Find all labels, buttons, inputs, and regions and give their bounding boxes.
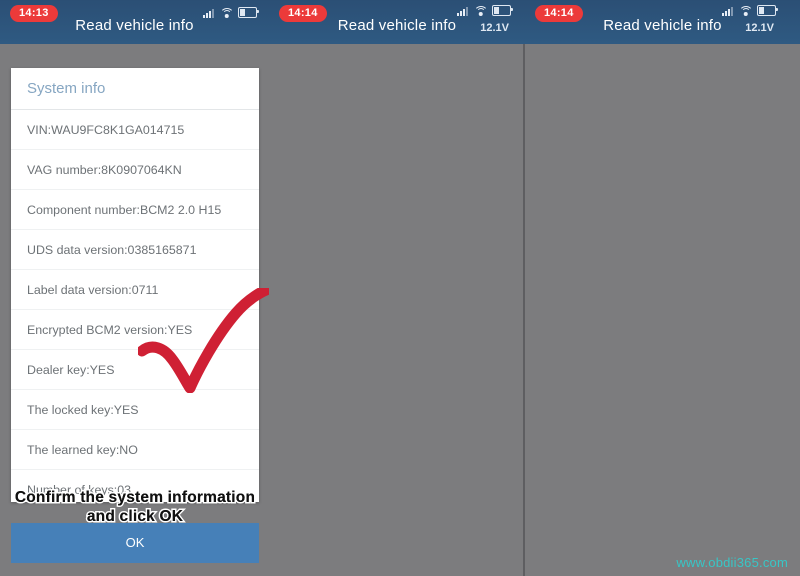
panel-background — [525, 0, 800, 576]
panel-background — [269, 0, 525, 576]
annotation-caption: Confirm the system information and click… — [4, 488, 266, 527]
annotation-caption-fill: Confirm the system information and click… — [14, 489, 256, 525]
system-info-card: System info VIN:WAU9FC8K1GA014715 VAG nu… — [11, 68, 259, 502]
system-info-title: System info — [11, 68, 259, 110]
status-header-bar: 14:13 Read vehicle info — [0, 0, 269, 44]
info-row-locked-key: The locked key:YES — [11, 390, 259, 430]
wifi-icon — [219, 7, 234, 18]
cellular-signal-icon — [203, 8, 215, 18]
info-row-component: Component number:BCM2 2.0 H15 — [11, 190, 259, 230]
cellular-signal-icon — [722, 6, 734, 16]
panel-save-vehicle-data-prompt: 14:14 Read vehicle info 12.1V Prompt Ple… — [269, 0, 789, 576]
status-header-bar: 14:14 Read vehicle info 12.1V — [525, 0, 800, 44]
system-icons-group — [722, 5, 778, 16]
ok-button[interactable]: OK — [11, 523, 259, 563]
screenshot-canvas: 14:13 Read vehicle info System info VIN:… — [0, 0, 800, 576]
info-row-vag-number: VAG number:8K0907064KN — [11, 150, 259, 190]
wifi-icon — [473, 5, 488, 16]
wifi-icon — [738, 5, 753, 16]
battery-icon — [757, 5, 778, 16]
system-icons-group — [457, 5, 513, 16]
panel-backup-succeeded-prompt: 14:14 Read vehicle info 12.1V Prompt Bac… — [525, 0, 800, 576]
panel-read-vehicle-info-system: 14:13 Read vehicle info System info VIN:… — [0, 0, 273, 576]
info-row-learned-key: The learned key:NO — [11, 430, 259, 470]
info-row-uds-version: UDS data version:0385165871 — [11, 230, 259, 270]
battery-icon — [492, 5, 513, 16]
voltage-readout: 12.1V — [480, 22, 509, 34]
cellular-signal-icon — [457, 6, 469, 16]
system-icons-group — [203, 7, 259, 18]
red-checkmark-annotation — [138, 288, 273, 393]
status-header-bar: 14:14 Read vehicle info 12.1V — [269, 0, 525, 44]
battery-icon — [238, 7, 259, 18]
site-watermark: www.obdii365.com — [676, 555, 788, 570]
voltage-readout: 12.1V — [745, 22, 774, 34]
info-row-vin: VIN:WAU9FC8K1GA014715 — [11, 110, 259, 150]
